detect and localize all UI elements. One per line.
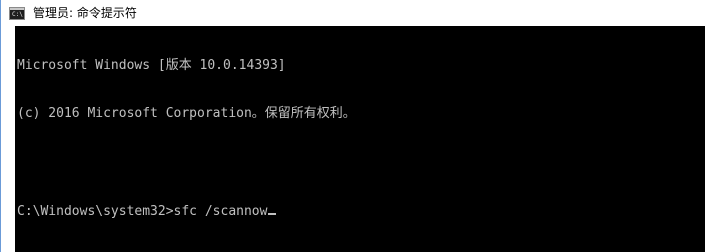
title-bar[interactable]: C:\ 管理员: 命令提示符 xyxy=(1,0,712,26)
console-command-text: C:\Windows\system32>sfc /scannow xyxy=(17,204,268,219)
cmd-icon-glyph: C:\ xyxy=(12,11,23,18)
command-prompt-window: C:\ 管理员: 命令提示符 Microsoft Windows [版本 10.… xyxy=(0,0,712,252)
scrollbar[interactable] xyxy=(705,26,712,252)
console-line-version: Microsoft Windows [版本 10.0.14393] xyxy=(17,58,286,73)
window-title: 管理员: 命令提示符 xyxy=(33,6,137,20)
console-output: Microsoft Windows [版本 10.0.14393] (c) 20… xyxy=(17,26,356,252)
console-line-copyright: (c) 2016 Microsoft Corporation。保留所有权利。 xyxy=(17,106,356,121)
cmd-icon: C:\ xyxy=(9,7,25,20)
console-line-blank xyxy=(17,154,356,172)
console-prompt-line[interactable]: C:\Windows\system32>sfc /scannow xyxy=(17,204,356,220)
text-cursor xyxy=(268,213,277,215)
console-area[interactable]: Microsoft Windows [版本 10.0.14393] (c) 20… xyxy=(15,26,705,252)
